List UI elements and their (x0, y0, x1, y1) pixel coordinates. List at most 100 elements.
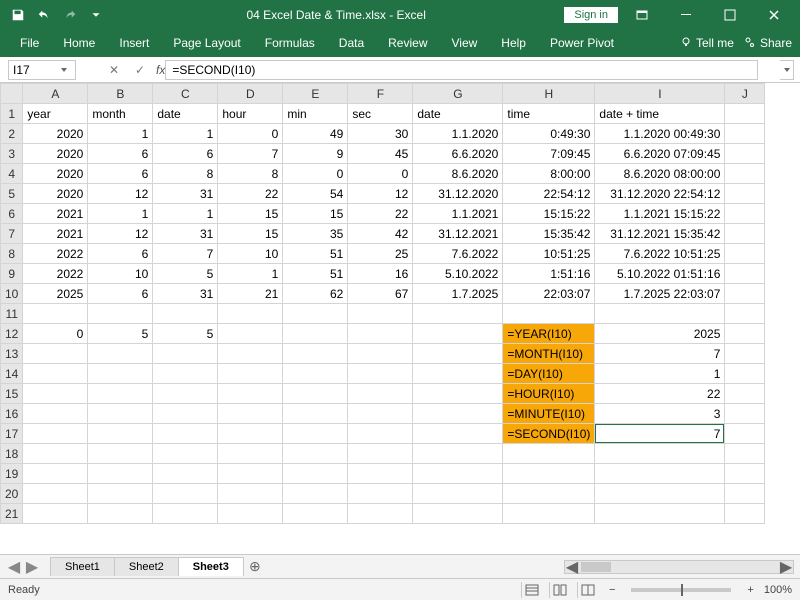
cell-D2[interactable]: 0 (218, 124, 283, 144)
cell-C8[interactable]: 7 (153, 244, 218, 264)
row-header-7[interactable]: 7 (1, 224, 23, 244)
cell-H5[interactable]: 22:54:12 (503, 184, 595, 204)
cell-B5[interactable]: 12 (88, 184, 153, 204)
cell-E5[interactable]: 54 (283, 184, 348, 204)
cell-I12[interactable]: 2025 (595, 324, 725, 344)
sheet-tab-sheet1[interactable]: Sheet1 (50, 557, 115, 576)
save-button[interactable] (6, 3, 30, 27)
cell-G2[interactable]: 1.1.2020 (413, 124, 503, 144)
cell-C5[interactable]: 31 (153, 184, 218, 204)
cell-I6[interactable]: 1.1.2021 15:15:22 (595, 204, 725, 224)
cell-A9[interactable]: 2022 (23, 264, 88, 284)
cell-E9[interactable]: 51 (283, 264, 348, 284)
cell-J10[interactable] (725, 284, 765, 304)
cell-J4[interactable] (725, 164, 765, 184)
cell-G8[interactable]: 7.6.2022 (413, 244, 503, 264)
cell-F3[interactable]: 45 (348, 144, 413, 164)
row-header-5[interactable]: 5 (1, 184, 23, 204)
row-header-14[interactable]: 14 (1, 364, 23, 384)
cell-I14[interactable]: 1 (595, 364, 725, 384)
cell-E8[interactable]: 51 (283, 244, 348, 264)
tab-help[interactable]: Help (489, 30, 538, 56)
tab-file[interactable]: File (8, 30, 51, 56)
view-normal-button[interactable] (521, 582, 543, 598)
cell-D10[interactable]: 21 (218, 284, 283, 304)
cell-J6[interactable] (725, 204, 765, 224)
tab-insert[interactable]: Insert (107, 30, 161, 56)
cell-H12[interactable]: =YEAR(I10) (503, 324, 595, 344)
zoom-thumb[interactable] (681, 584, 683, 596)
cell-C2[interactable]: 1 (153, 124, 218, 144)
cell-H14[interactable]: =DAY(I10) (503, 364, 595, 384)
cell-F6[interactable]: 22 (348, 204, 413, 224)
cell-C7[interactable]: 31 (153, 224, 218, 244)
cell-B6[interactable]: 1 (88, 204, 153, 224)
hscroll-right[interactable]: ▶ (779, 561, 793, 573)
zoom-in-button[interactable]: + (743, 584, 757, 596)
cell-B2[interactable]: 1 (88, 124, 153, 144)
qat-dropdown[interactable] (84, 3, 108, 27)
view-page-layout-button[interactable] (549, 582, 571, 598)
cell-I15[interactable]: 22 (595, 384, 725, 404)
cell-C1[interactable]: date (153, 104, 218, 124)
tab-home[interactable]: Home (51, 30, 107, 56)
cell-B4[interactable]: 6 (88, 164, 153, 184)
cell-H9[interactable]: 1:51:16 (503, 264, 595, 284)
redo-button[interactable] (58, 3, 82, 27)
cell-H7[interactable]: 15:35:42 (503, 224, 595, 244)
sheet-tab-sheet2[interactable]: Sheet2 (114, 557, 179, 576)
cell-G4[interactable]: 8.6.2020 (413, 164, 503, 184)
col-header-J[interactable]: J (725, 84, 765, 104)
cell-G5[interactable]: 31.12.2020 (413, 184, 503, 204)
cell-F10[interactable]: 67 (348, 284, 413, 304)
cell-E3[interactable]: 9 (283, 144, 348, 164)
cell-C4[interactable]: 8 (153, 164, 218, 184)
tab-data[interactable]: Data (327, 30, 376, 56)
cell-H2[interactable]: 0:49:30 (503, 124, 595, 144)
cell-I13[interactable]: 7 (595, 344, 725, 364)
cell-E7[interactable]: 35 (283, 224, 348, 244)
col-header-F[interactable]: F (348, 84, 413, 104)
col-header-H[interactable]: H (503, 84, 595, 104)
row-header-1[interactable]: 1 (1, 104, 23, 124)
cell-E6[interactable]: 15 (283, 204, 348, 224)
col-header-I[interactable]: I (595, 84, 725, 104)
tab-nav-next[interactable]: ▶ (24, 559, 40, 575)
cell-F4[interactable]: 0 (348, 164, 413, 184)
cell-E10[interactable]: 62 (283, 284, 348, 304)
cell-C10[interactable]: 31 (153, 284, 218, 304)
fx-icon[interactable]: fx (156, 63, 165, 77)
name-box[interactable]: I17 (8, 60, 76, 80)
cell-I9[interactable]: 5.10.2022 01:51:16 (595, 264, 725, 284)
cell-B10[interactable]: 6 (88, 284, 153, 304)
cell-B1[interactable]: month (88, 104, 153, 124)
view-page-break-button[interactable] (577, 582, 599, 598)
cell-I1[interactable]: date + time (595, 104, 725, 124)
cell-H10[interactable]: 22:03:07 (503, 284, 595, 304)
cell-I10[interactable]: 1.7.2025 22:03:07 (595, 284, 725, 304)
cell-D6[interactable]: 15 (218, 204, 283, 224)
cell-B7[interactable]: 12 (88, 224, 153, 244)
cell-J1[interactable] (725, 104, 765, 124)
row-header-13[interactable]: 13 (1, 344, 23, 364)
cell-I7[interactable]: 31.12.2021 15:35:42 (595, 224, 725, 244)
cell-I16[interactable]: 3 (595, 404, 725, 424)
col-header-C[interactable]: C (153, 84, 218, 104)
row-header-20[interactable]: 20 (1, 484, 23, 504)
cell-F9[interactable]: 16 (348, 264, 413, 284)
row-header-17[interactable]: 17 (1, 424, 23, 444)
cell-H13[interactable]: =MONTH(I10) (503, 344, 595, 364)
cell-D4[interactable]: 8 (218, 164, 283, 184)
cell-C3[interactable]: 6 (153, 144, 218, 164)
zoom-level[interactable]: 100% (764, 584, 792, 596)
formula-bar[interactable]: =SECOND(I10) (165, 60, 758, 80)
cell-H4[interactable]: 8:00:00 (503, 164, 595, 184)
row-header-12[interactable]: 12 (1, 324, 23, 344)
cell-D9[interactable]: 1 (218, 264, 283, 284)
cell-C9[interactable]: 5 (153, 264, 218, 284)
cell-A7[interactable]: 2021 (23, 224, 88, 244)
cell-E2[interactable]: 49 (283, 124, 348, 144)
cell-J3[interactable] (725, 144, 765, 164)
ribbon-display-options[interactable] (622, 3, 662, 27)
cell-H15[interactable]: =HOUR(I10) (503, 384, 595, 404)
